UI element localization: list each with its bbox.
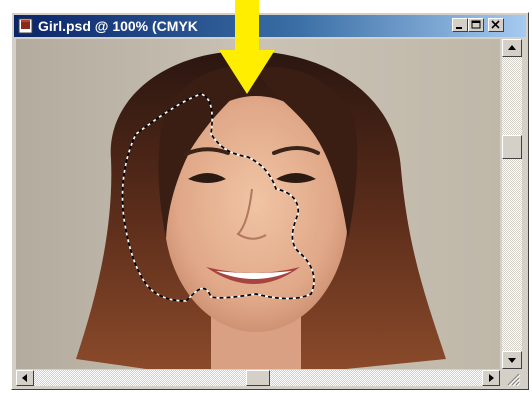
close-button[interactable] xyxy=(488,18,504,32)
up-arrow-icon xyxy=(508,45,516,50)
close-icon xyxy=(491,20,500,29)
minimize-icon xyxy=(456,27,462,29)
down-arrow-icon xyxy=(508,358,516,363)
scroll-down-button[interactable] xyxy=(502,351,522,369)
right-arrow-icon xyxy=(489,374,494,382)
left-arrow-icon xyxy=(22,374,27,382)
scroll-up-button[interactable] xyxy=(502,39,522,57)
down-arrow-icon xyxy=(219,0,275,94)
horizontal-scroll-thumb[interactable] xyxy=(246,370,270,386)
vertical-scroll-thumb[interactable] xyxy=(502,135,522,159)
minimize-button[interactable] xyxy=(452,18,468,32)
maximize-button[interactable] xyxy=(468,18,484,32)
window-title: Girl.psd @ 100% (CMYK xyxy=(38,18,198,34)
resize-grip-icon xyxy=(507,373,521,387)
scroll-right-button[interactable] xyxy=(482,370,500,386)
scroll-left-button[interactable] xyxy=(16,370,34,386)
photoshop-document-icon xyxy=(18,18,33,34)
maximize-icon xyxy=(471,20,481,29)
horizontal-scrollbar[interactable] xyxy=(16,370,500,386)
resize-grip[interactable] xyxy=(502,370,522,387)
vertical-scrollbar[interactable] xyxy=(502,39,522,369)
